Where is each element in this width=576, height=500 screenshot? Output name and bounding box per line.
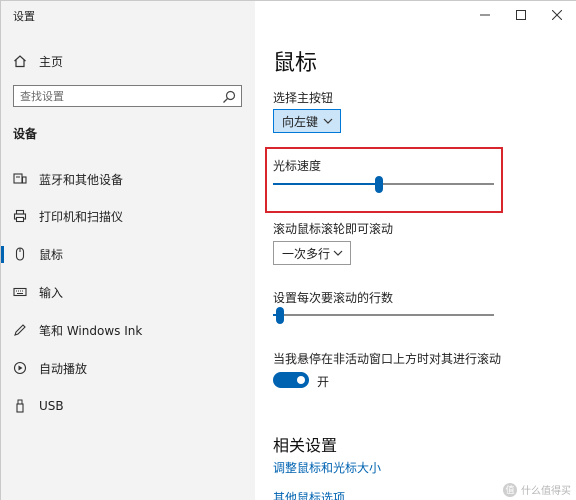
section-title-devices: 设备 — [13, 127, 38, 141]
link-adjust-mouse-cursor-size[interactable]: 调整鼠标和光标大小 — [273, 459, 381, 476]
cursor-speed-slider[interactable] — [273, 176, 494, 193]
close-icon — [552, 10, 562, 20]
pen-icon — [13, 323, 27, 337]
sidebar-item-label: 自动播放 — [39, 361, 88, 376]
mouse-icon — [13, 247, 27, 261]
chevron-down-icon — [323, 118, 333, 124]
sidebar-item-label: 笔和 Windows Ink — [39, 323, 143, 338]
toggle-state-label: 开 — [317, 375, 330, 389]
autoplay-icon — [13, 361, 27, 375]
slider-thumb[interactable] — [375, 176, 384, 193]
wheel-scroll-label: 滚动鼠标滚轮即可滚动 — [273, 222, 394, 236]
settings-window: 设置 主页 设备 蓝牙和其他设备 打印机和扫描仪 — [0, 0, 576, 500]
search-box[interactable] — [13, 85, 242, 107]
sidebar-item-label: 输入 — [39, 285, 64, 300]
slider-thumb[interactable] — [275, 307, 284, 324]
page-title: 鼠标 — [273, 51, 318, 76]
sidebar-item-label: USB — [39, 399, 64, 413]
home-button[interactable]: 主页 — [13, 51, 63, 71]
sidebar-item-autoplay[interactable]: 自动播放 — [1, 353, 255, 383]
sidebar-item-usb[interactable]: USB — [1, 391, 255, 421]
sidebar: 设置 主页 设备 蓝牙和其他设备 打印机和扫描仪 — [1, 1, 255, 500]
wheel-scroll-dropdown[interactable]: 一次多行 — [273, 241, 351, 265]
inactive-scroll-toggle[interactable] — [273, 372, 309, 388]
bluetooth-devices-icon — [13, 172, 27, 186]
inactive-scroll-label: 当我悬停在非活动窗口上方时对其进行滚动 — [273, 352, 502, 366]
sidebar-item-label: 鼠标 — [39, 247, 64, 262]
slider-track — [273, 314, 494, 316]
close-button[interactable] — [540, 1, 574, 29]
content-pane: 鼠标 选择主按钮 向左键 光标速度 滚动鼠标滚轮即可滚动 一次多行 设置每次要滚… — [255, 1, 576, 500]
sidebar-item-pen[interactable]: 笔和 Windows Ink — [1, 315, 255, 345]
usb-icon — [13, 399, 27, 413]
minimize-button[interactable] — [468, 1, 502, 29]
primary-button-label: 选择主按钮 — [273, 91, 334, 105]
related-settings-title: 相关设置 — [273, 436, 338, 455]
maximize-icon — [516, 10, 526, 20]
toggle-knob — [297, 376, 305, 384]
watermark-logo-icon: 值 — [503, 482, 517, 497]
maximize-button[interactable] — [504, 1, 538, 29]
window-title: 设置 — [13, 10, 35, 23]
wheel-scroll-value: 一次多行 — [282, 246, 331, 261]
sidebar-item-typing[interactable]: 输入 — [1, 277, 255, 307]
chevron-down-icon — [333, 250, 343, 256]
sidebar-item-mouse[interactable]: 鼠标 — [1, 239, 255, 269]
minimize-icon — [480, 14, 490, 16]
printer-icon — [13, 209, 27, 223]
primary-button-dropdown[interactable]: 向左键 — [273, 109, 341, 133]
watermark-text: 什么值得买 — [521, 486, 571, 497]
home-label: 主页 — [39, 54, 64, 69]
watermark: 值 什么值得买 — [503, 482, 571, 497]
slider-fill — [273, 183, 380, 185]
lines-per-scroll-label: 设置每次要滚动的行数 — [273, 291, 394, 305]
home-icon — [14, 55, 26, 68]
search-icon[interactable] — [221, 89, 237, 105]
search-input[interactable] — [20, 89, 215, 103]
sidebar-item-label: 打印机和扫描仪 — [39, 209, 124, 224]
link-additional-mouse-options[interactable]: 其他鼠标选项 — [273, 489, 345, 500]
sidebar-item-printers[interactable]: 打印机和扫描仪 — [1, 201, 255, 231]
lines-per-scroll-slider[interactable] — [273, 307, 494, 324]
cursor-speed-label: 光标速度 — [273, 159, 322, 173]
primary-button-value: 向左键 — [282, 114, 319, 129]
keyboard-icon — [13, 285, 27, 299]
sidebar-item-label: 蓝牙和其他设备 — [39, 172, 124, 187]
sidebar-item-bluetooth[interactable]: 蓝牙和其他设备 — [1, 164, 255, 194]
